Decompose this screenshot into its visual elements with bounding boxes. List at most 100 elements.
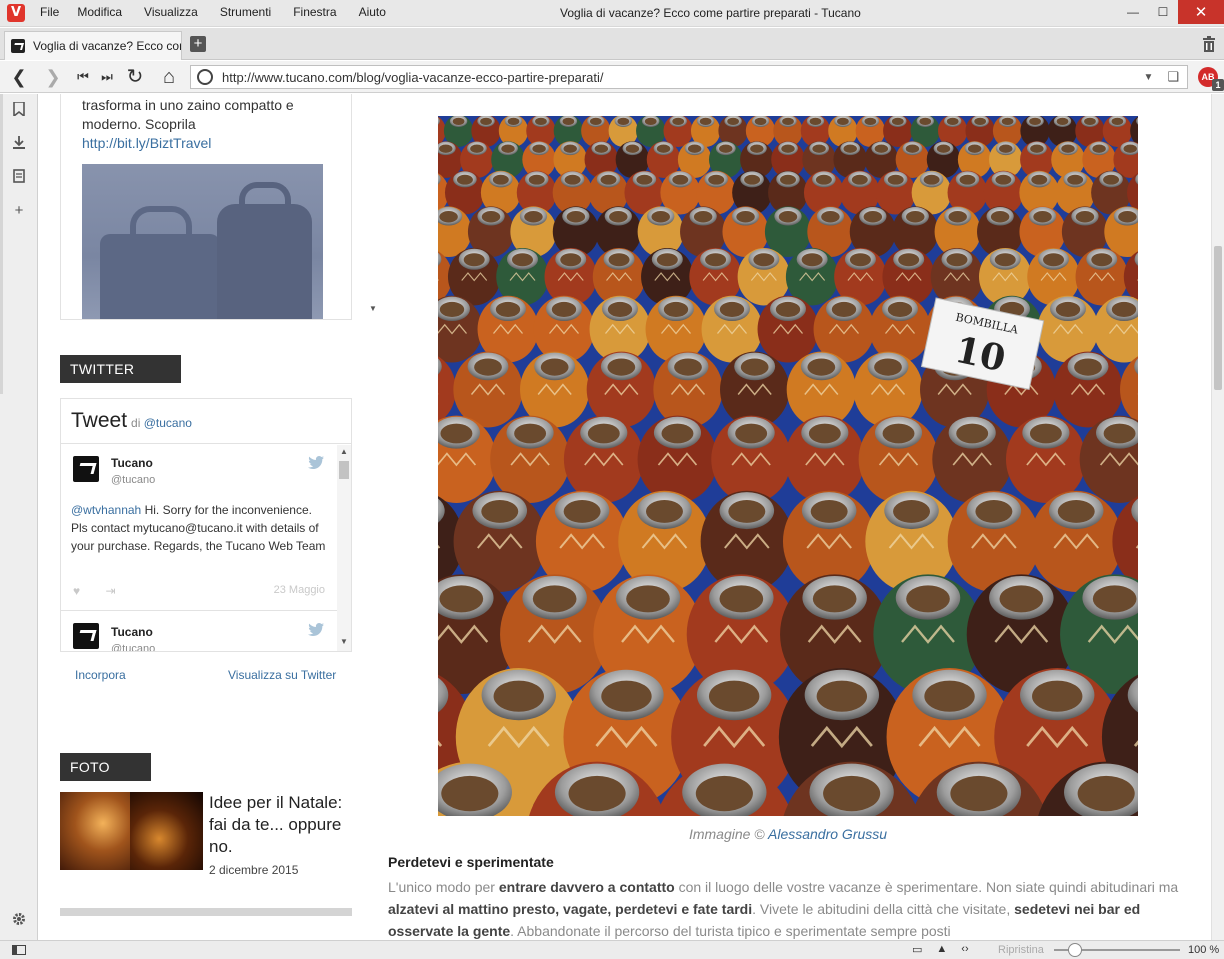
bags-image[interactable] <box>82 164 323 319</box>
gourd-opening <box>812 144 826 153</box>
share-icon[interactable]: ⇥ <box>105 584 115 598</box>
gourd-opening <box>601 680 652 712</box>
panel-strip <box>0 94 3 394</box>
gourd-opening <box>837 117 849 126</box>
gourd-opening <box>995 174 1012 185</box>
status-bar: ▭ ▲ ‹› Ripristina 100 % <box>0 940 1224 959</box>
close-button[interactable]: ✕ <box>1178 0 1224 24</box>
gourd-opening <box>1033 211 1052 223</box>
side-panel: + <box>0 94 38 940</box>
scroll-down-arrow-icon[interactable]: ▼ <box>369 304 377 313</box>
new-tab-button[interactable]: + <box>190 36 206 52</box>
trash-icon[interactable] <box>1202 36 1216 52</box>
gourd-opening <box>551 301 577 317</box>
add-panel-icon[interactable]: + <box>11 203 27 219</box>
menu-modifica[interactable]: Modifica <box>77 5 122 19</box>
gourd-opening <box>562 117 575 126</box>
settings-icon[interactable] <box>11 912 27 928</box>
tweet-author-name[interactable]: Tucano <box>111 456 153 470</box>
zoom-reset-label[interactable]: Ripristina <box>998 944 1044 956</box>
tweet-item[interactable]: Tucano @tucano @wtvhannah Hi. Sorry for … <box>61 444 337 598</box>
url-dropdown-icon[interactable]: ▼ <box>1143 72 1153 83</box>
tweet-mention[interactable]: @wtvhannah <box>71 503 141 517</box>
image-icon[interactable]: ▲ <box>936 943 947 956</box>
avatar[interactable] <box>73 456 99 482</box>
scroll-down-arrow-icon[interactable]: ▼ <box>340 637 348 646</box>
promo-text: trasforma in uno zaino compatto e modern… <box>82 97 294 132</box>
bookmark-page-icon[interactable]: ❑ <box>1167 69 1179 85</box>
adblock-extension-icon[interactable]: AB 1 <box>1198 67 1224 91</box>
gourd-opening <box>1061 144 1075 153</box>
gourd-opening <box>1091 253 1113 267</box>
foto-post-title[interactable]: Idee per il Natale: fai da te... oppure … <box>209 792 354 858</box>
tab-active[interactable]: Voglia di vacanze? Ecco com <box>4 31 182 60</box>
rewind-button[interactable]: ⏮ <box>72 66 94 88</box>
tweet-date[interactable]: 23 Maggio <box>274 584 325 596</box>
menu-file[interactable]: File <box>40 5 59 19</box>
gourd-opening <box>589 117 602 126</box>
gourd-opening <box>781 144 795 153</box>
caption-author-link[interactable]: Alessandro Grussu <box>768 826 887 842</box>
menu-aiuto[interactable]: Aiuto <box>359 5 386 19</box>
twitter-bird-icon[interactable] <box>308 623 324 636</box>
gourd-opening <box>1031 174 1048 185</box>
foto-post[interactable]: Idee per il Natale: fai da te... oppure … <box>60 792 352 882</box>
tweet-author-handle[interactable]: @tucano <box>111 474 155 486</box>
paragraph-text: con il luogo delle vostre vacanze è sper… <box>674 879 1179 895</box>
gourd-opening <box>727 117 739 126</box>
gourd-opening <box>492 174 509 185</box>
gourd-opening <box>511 253 533 267</box>
tab-title: Voglia di vacanze? Ecco com <box>33 39 182 53</box>
menu-strumenti[interactable]: Strumenti <box>220 5 271 19</box>
gourd-opening <box>568 775 626 812</box>
reload-button[interactable]: ↻ <box>124 66 146 88</box>
tile-icon[interactable]: ▭ <box>912 943 922 956</box>
toggle-panel-icon[interactable] <box>12 945 26 955</box>
gourd-layer <box>438 116 1138 816</box>
fastforward-button[interactable]: ⏭ <box>96 66 118 88</box>
page-scrollbar[interactable] <box>1211 94 1224 940</box>
gourd-opening <box>775 301 801 317</box>
heading-handle-link[interactable]: @tucano <box>144 416 192 430</box>
minimize-button[interactable]: — <box>1118 0 1148 24</box>
url-field[interactable]: http://www.tucano.com/blog/voglia-vacanz… <box>190 65 1188 89</box>
gourd-opening <box>560 253 582 267</box>
heart-icon[interactable]: ♥ <box>73 584 80 598</box>
code-icon[interactable]: ‹› <box>961 943 968 956</box>
notes-icon[interactable] <box>11 169 27 185</box>
menu-bar: File Modifica Visualizza Strumenti Fines… <box>40 5 408 19</box>
avatar[interactable] <box>73 623 99 649</box>
embed-link[interactable]: Incorpora <box>75 668 126 682</box>
gourd-opening <box>439 585 484 613</box>
article-heading: Perdetevi e sperimentate <box>388 854 554 870</box>
zoom-slider-knob[interactable] <box>1068 943 1082 957</box>
bookmark-icon[interactable] <box>11 101 27 118</box>
back-button[interactable]: ❮ <box>8 66 30 88</box>
vivaldi-logo-icon[interactable]: V <box>7 4 25 22</box>
menu-visualizza[interactable]: Visualizza <box>144 5 198 19</box>
gourd-opening <box>863 211 883 223</box>
maximize-button[interactable]: ☐ <box>1148 0 1178 24</box>
christmas-lights-image[interactable] <box>60 792 203 870</box>
url-text[interactable]: http://www.tucano.com/blog/voglia-vacanz… <box>222 70 1143 85</box>
home-button[interactable]: ⌂ <box>158 66 180 88</box>
download-icon[interactable] <box>11 136 27 152</box>
menu-finestra[interactable]: Finestra <box>293 5 336 19</box>
scroll-up-arrow-icon[interactable]: ▲ <box>340 447 348 456</box>
gourd-opening <box>999 585 1044 613</box>
forward-button[interactable]: ❯ <box>42 66 64 88</box>
tweet-author-handle[interactable]: @tucano <box>111 643 155 651</box>
title-bar: V File Modifica Visualizza Strumenti Fin… <box>0 0 1224 27</box>
promo-link[interactable]: http://bit.ly/BiztTravel <box>82 135 211 151</box>
view-on-twitter-link[interactable]: Visualizza su Twitter <box>228 668 336 682</box>
twitter-bird-icon[interactable] <box>308 456 324 469</box>
heading-by: di <box>131 416 141 430</box>
page-scrollbar-thumb[interactable] <box>1214 246 1222 390</box>
tweet-item[interactable]: Tucano @tucano <box>61 611 337 651</box>
mate-gourds-photo[interactable]: BOMBILLA 10 <box>438 116 1138 816</box>
gourd-opening <box>507 117 520 126</box>
scrollbar-thumb[interactable] <box>339 461 349 479</box>
gourd-opening <box>823 775 881 812</box>
tweet-author-name[interactable]: Tucano <box>111 625 153 639</box>
tweet-scrollbar[interactable]: ▲ ▼ <box>337 445 351 651</box>
